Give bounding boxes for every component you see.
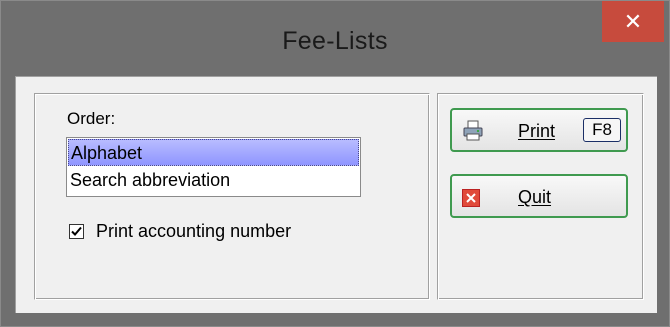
print-accounting-number-checkbox[interactable] — [69, 223, 84, 239]
close-icon: ✕ — [623, 8, 643, 34]
title-bar[interactable]: Fee-Lists ✕ — [1, 1, 669, 76]
close-button[interactable]: ✕ — [602, 1, 664, 42]
dialog-body: Order: Alphabet Search abbreviation Prin… — [15, 76, 657, 313]
checkmark-icon — [71, 226, 82, 236]
print-accounting-number-option[interactable]: Print accounting number — [69, 219, 291, 243]
list-item-alphabet[interactable]: Alphabet — [68, 139, 359, 166]
dialog-window: Fee-Lists ✕ Order: Alphabet Search abbre… — [0, 0, 670, 327]
printer-icon — [463, 120, 483, 141]
order-listbox[interactable]: Alphabet Search abbreviation — [66, 137, 361, 197]
print-button[interactable]: Print F8 — [450, 108, 628, 152]
list-item-search-abbreviation[interactable]: Search abbreviation — [68, 167, 359, 194]
order-label: Order: — [67, 109, 116, 128]
quit-button-label: Quit — [518, 187, 552, 207]
window-title: Fee-Lists — [282, 27, 388, 55]
quit-icon — [462, 189, 480, 207]
print-accounting-number-label: Print accounting number — [96, 220, 292, 241]
quit-button[interactable]: Quit — [450, 174, 628, 218]
print-button-label: Print — [518, 121, 556, 141]
print-hotkey-badge: F8 — [583, 118, 621, 142]
